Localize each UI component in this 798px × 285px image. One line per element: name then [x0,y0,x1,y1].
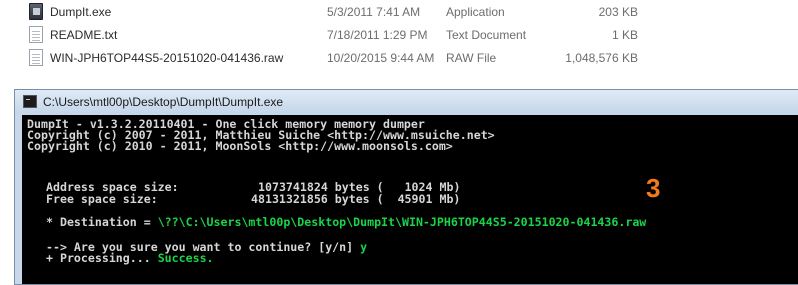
application-exe-icon [29,3,43,20]
console-titlebar[interactable]: C:\Users\mtl00p\Desktop\DumpIt\DumpIt.ex… [15,90,798,114]
file-row-dumpit-exe[interactable]: DumpIt.exe 5/3/2011 7:41 AM Application … [0,1,798,23]
file-date: 7/18/2011 1:29 PM [327,28,428,42]
file-date: 10/20/2015 9:44 AM [327,51,435,65]
console-title: C:\Users\mtl00p\Desktop\DumpIt\DumpIt.ex… [43,95,284,109]
file-list: DumpIt.exe 5/3/2011 7:41 AM Application … [0,0,798,88]
file-name: README.txt [50,28,118,42]
confirm-answer: y [360,240,368,254]
file-size: 1 KB [611,28,638,42]
destination-line: * Destination = \??\C:\Users\mtl00p\Desk… [46,215,647,229]
free-space-value: 48131321856 bytes ( 45901 Mb) [251,192,461,206]
file-size: 1,048,576 KB [565,51,638,65]
success-text: Success. [157,251,214,265]
destination-label: * Destination = [46,215,158,229]
file-name: WIN-JPH6TOP44S5-20151020-041436.raw [50,51,284,65]
file-row-raw-dump[interactable]: WIN-JPH6TOP44S5-20151020-041436.raw 10/2… [0,47,798,69]
processing-line: + Processing... Success. [46,251,214,265]
destination-path: \??\C:\Users\mtl00p\Desktop\DumpIt\WIN-J… [157,215,647,229]
text-document-icon [29,26,43,43]
file-size: 203 KB [598,5,638,19]
console-window: C:\Users\mtl00p\Desktop\DumpIt\DumpIt.ex… [14,89,798,285]
file-type: RAW File [446,51,497,65]
console-header-line: Copyright (c) 2010 - 2011, MoonSols <htt… [27,139,453,153]
raw-file-icon [29,49,43,66]
file-row-readme[interactable]: README.txt 7/18/2011 1:29 PM Text Docume… [0,24,798,46]
file-type: Application [446,5,505,19]
file-name: DumpIt.exe [50,5,112,19]
console-app-icon [23,95,37,108]
console-screen[interactable]: DumpIt - v1.3.2.20110401 - One click mem… [22,115,798,284]
step-annotation: 3 [646,173,661,203]
file-type: Text Document [446,28,527,42]
free-space-label: Free space size: [46,192,158,206]
file-date: 5/3/2011 7:41 AM [327,5,421,19]
processing-label: + Processing... [46,251,158,265]
